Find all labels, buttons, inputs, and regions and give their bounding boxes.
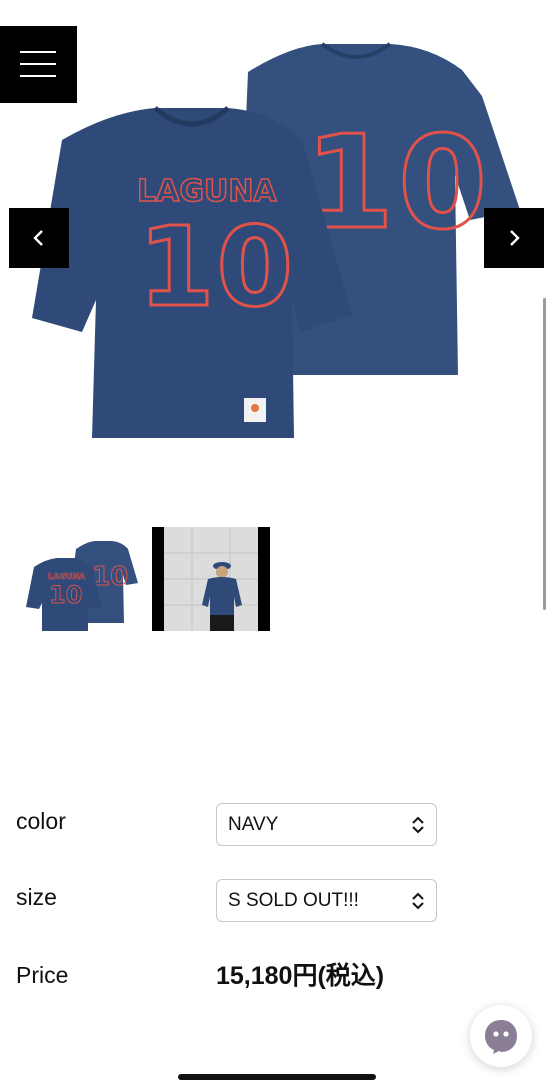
gallery-prev-button[interactable]: [9, 208, 69, 268]
hamburger-menu-icon-bar: [20, 63, 56, 65]
hamburger-menu-icon-bar: [20, 75, 56, 77]
svg-text:LAGUNA: LAGUNA: [48, 572, 86, 581]
svg-text:10: 10: [92, 562, 128, 592]
hamburger-menu-icon: [20, 51, 56, 53]
chevron-left-icon: [33, 230, 43, 246]
thumbnail-model[interactable]: [152, 527, 270, 631]
svg-text:10: 10: [305, 109, 491, 258]
select-updown-icon: [412, 892, 424, 910]
size-select-value: S SOLD OUT!!!: [228, 889, 359, 911]
price-value: 15,180円(税込): [216, 962, 385, 990]
chat-button[interactable]: [470, 1005, 532, 1067]
scrollbar[interactable]: [543, 298, 546, 610]
gallery-next-button[interactable]: [484, 208, 544, 268]
select-updown-icon: [412, 816, 424, 834]
color-label: color: [16, 808, 66, 834]
shirt-front-image: LAGUNA 10: [32, 106, 352, 438]
price-label: Price: [16, 962, 69, 988]
size-select[interactable]: S SOLD OUT!!!: [216, 879, 437, 922]
product-main-image[interactable]: 10 LAGUNA 10: [0, 0, 554, 490]
svg-text:10: 10: [138, 203, 295, 331]
color-select[interactable]: NAVY: [216, 803, 437, 846]
svg-text:10: 10: [49, 581, 82, 609]
thumbnail-product[interactable]: 10 LAGUNA 10: [22, 527, 142, 631]
menu-button[interactable]: [0, 26, 77, 103]
color-select-value: NAVY: [228, 813, 279, 835]
chat-ghost-icon: [485, 1020, 517, 1054]
home-indicator: [178, 1074, 376, 1080]
size-label: size: [16, 884, 57, 910]
chevron-right-icon: [510, 230, 520, 246]
